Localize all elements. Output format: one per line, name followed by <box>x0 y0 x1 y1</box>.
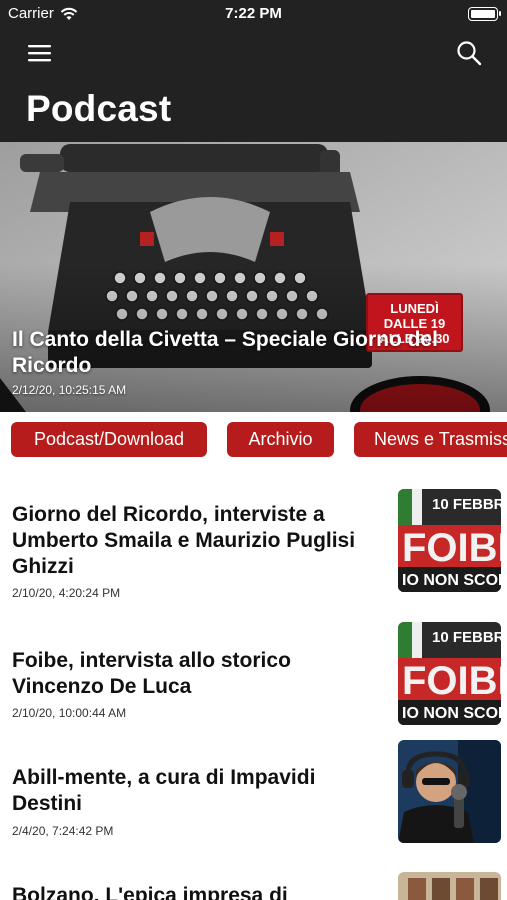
page-title: Podcast <box>26 88 172 129</box>
svg-text:IO NON SCORDO: IO NON SCORDO <box>402 572 501 589</box>
nav-header: Podcast <box>0 28 507 142</box>
chip-podcast-download[interactable]: Podcast/Download <box>11 422 207 457</box>
category-chips: Podcast/Download Archivio News e Trasmis… <box>0 412 507 470</box>
battery-level <box>471 10 495 18</box>
svg-text:FOIBE: FOIBE <box>402 526 501 570</box>
svg-text:FOIBE: FOIBE <box>402 659 501 703</box>
svg-text:10 FEBBRAIO: 10 FEBBRAIO <box>432 629 501 646</box>
list-item[interactable]: Abill-mente, a cura di Impavidi Destini … <box>0 732 507 860</box>
svg-text:10 FEBBRAIO: 10 FEBBRAIO <box>432 496 501 513</box>
status-bar: Carrier 7:22 PM <box>0 0 507 28</box>
episode-thumbnail: 10 FEBBRAIO FOIBE IO NON SCORDO <box>398 622 501 725</box>
episode-date: 2/10/20, 4:20:24 PM <box>12 586 121 600</box>
chip-archivio[interactable]: Archivio <box>227 422 334 457</box>
episode-title: Bolzano, L'epica impresa di <box>12 884 288 900</box>
episode-title: Abill-mente, a cura di Impavidi Destini <box>12 766 316 815</box>
episode-thumbnail <box>398 740 501 843</box>
episode-title: Giorno del Ricordo, interviste a Umberto… <box>12 503 356 578</box>
episode-thumbnail: 10 FEBBRAIO FOIBE IO NON SCORDO <box>398 489 501 592</box>
episode-title: Foibe, intervista allo storico Vincenzo … <box>12 649 291 698</box>
featured-episode-card[interactable]: LUNEDÌ DALLE 19 ALLE 20.30 Il Canto dell… <box>0 142 507 412</box>
episode-thumbnail <box>398 872 501 900</box>
list-item[interactable]: Giorno del Ricordo, interviste a Umberto… <box>0 470 507 610</box>
hamburger-menu-icon[interactable] <box>27 42 53 64</box>
hero-date: 2/12/20, 10:25:15 AM <box>12 383 127 397</box>
list-item[interactable]: Foibe, intervista allo storico Vincenzo … <box>0 610 507 732</box>
status-time: 7:22 PM <box>225 5 282 22</box>
badge-line-1: LUNEDÌ <box>390 301 439 316</box>
svg-text:IO NON SCORDO: IO NON SCORDO <box>402 705 501 722</box>
search-icon[interactable] <box>455 39 483 67</box>
hero-title: Il Canto della Civetta – Speciale Giorno… <box>12 328 438 377</box>
episode-date: 2/4/20, 7:24:42 PM <box>12 824 114 838</box>
chip-news-trasmissioni[interactable]: News e Trasmissioni <box>354 422 507 457</box>
list-item[interactable]: Bolzano, L'epica impresa di <box>0 860 507 900</box>
episode-date: 2/10/20, 10:00:44 AM <box>12 706 127 720</box>
battery-icon <box>468 7 501 21</box>
